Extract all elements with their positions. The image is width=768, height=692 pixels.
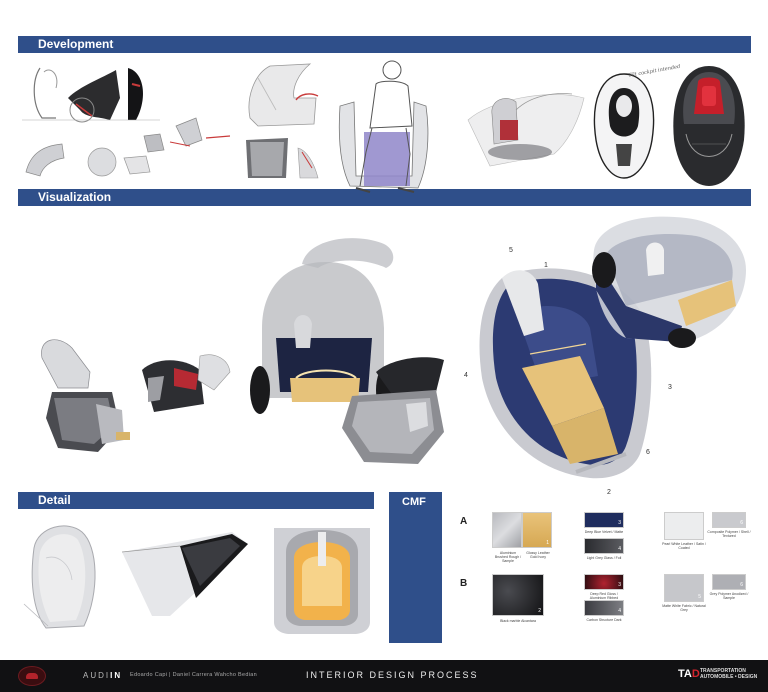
visualization-exploded-seat-right (336, 352, 456, 470)
cmf-label: CMF (402, 496, 426, 508)
cmf-caption: Matte White Fabric / Natural Grey (662, 604, 706, 612)
cmf-row-label-a: A (460, 516, 468, 527)
callout-number: 1 (544, 262, 548, 269)
swatch-number: 4 (618, 546, 621, 552)
cmf-caption: Composite Polymer / Shell / Textured (707, 530, 751, 538)
cmf-swatch-dark-glass: 4 (584, 538, 624, 554)
footer-bar: AUDIIN Edoardo Capi | Daniel Carrerа Wah… (0, 660, 768, 692)
visualization-closed-pod-vehicle (586, 210, 752, 352)
callout-number: 3 (668, 384, 672, 391)
development-sketch-cockpit-render (460, 80, 590, 172)
cmf-caption: Aluminium Brushed Rough / Sample (494, 551, 522, 563)
cmf-caption: Light Grey Glass / Foil (586, 556, 622, 560)
detail-panel-edge (122, 528, 252, 618)
swatch-number: 5 (698, 594, 701, 600)
callout-number: 5 (509, 247, 513, 254)
cmf-caption: Grey Polymer Anodized / Sample (709, 592, 749, 600)
footer-title: INTERIOR DESIGN PROCESS (306, 670, 479, 680)
cmf-swatch-gold-leather: 1 (522, 512, 552, 548)
tad-sub-line-2: AUTOMOBILE • DESIGN (700, 674, 758, 680)
visualization-exploded-seat-red (134, 350, 234, 430)
cmf-swatch-matte-grey: 5 (664, 574, 704, 602)
development-top-view-render (668, 64, 750, 188)
cmf-caption: Black marble Alcantara (500, 619, 536, 623)
development-sketch-seated-figure (336, 56, 432, 202)
visualization-exploded-seat-left (28, 318, 138, 458)
tad-subtitle: TRANSPORTATION AUTOMOBILE • DESIGN (700, 668, 757, 680)
cmf-caption: Glossy Leather Gold Ivory (526, 551, 550, 559)
cmf-swatch-brushed-aluminium (492, 512, 522, 548)
cmf-swatch-deep-blue: 3 (584, 512, 624, 528)
cmf-caption: Carbon Structure Dark (586, 618, 622, 622)
cmf-swatch-grey-polymer: 6 (712, 512, 746, 528)
footer-authors: Edoardo Capi | Daniel Carrerа Wahcho Bed… (130, 672, 257, 678)
swatch-number: 6 (740, 582, 743, 588)
cmf-caption: Pearl White Leather / Satin / Coated (662, 542, 706, 550)
detail-seat-shell (18, 518, 128, 636)
cmf-caption: Deep Blue Velvet / Matte (584, 530, 624, 534)
swatch-number: 2 (538, 608, 541, 614)
callout-number: 6 (646, 449, 650, 456)
tad-letters: TA (678, 668, 692, 680)
audi-in-logo-icon (18, 666, 46, 686)
development-sketch-chair-form (236, 58, 326, 134)
tad-logo: TAD (678, 668, 700, 680)
footer-brand: AUDIIN (83, 671, 122, 680)
cmf-row-label-b: B (460, 578, 468, 589)
tad-letter-red: D (691, 668, 700, 680)
section-header-development: Development (18, 36, 751, 53)
detail-console-lit (270, 518, 374, 636)
swatch-number: 3 (618, 582, 621, 588)
swatch-number: 4 (618, 608, 621, 614)
swatch-number: 3 (618, 520, 621, 526)
callout-number: 4 (464, 372, 468, 379)
cmf-caption: Deep Red Gloss / Aluminium Ribbed (589, 592, 619, 600)
callout-number: 2 (607, 489, 611, 496)
development-sketch-shell-parts (20, 116, 240, 182)
development-sketch-side-panel (240, 132, 326, 184)
development-sketch-top-view-outline (586, 70, 662, 182)
section-header-cmf: CMF (389, 492, 442, 643)
cmf-swatch-pearl-white (664, 512, 704, 540)
cmf-swatch-black-marble: 2 (492, 574, 544, 616)
cmf-swatch-carbon: 4 (584, 600, 624, 616)
cmf-swatch-deep-red: 3 (584, 574, 624, 590)
swatch-number: 6 (740, 520, 743, 526)
swatch-number: 1 (546, 540, 549, 546)
cmf-swatch-anodized: 6 (712, 574, 746, 590)
section-header-detail: Detail (18, 492, 374, 509)
brand-in: IN (110, 671, 123, 680)
brand-audi: AUDI (83, 671, 111, 680)
